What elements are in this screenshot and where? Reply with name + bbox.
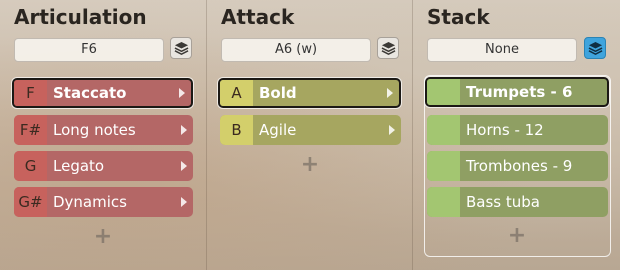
stack-color-swatch [427,151,460,181]
stack-title: Stack [427,5,490,29]
attack-preset-field[interactable]: A6 (w) [221,38,371,62]
stack-row-bass-tuba[interactable]: Bass tuba [427,187,608,217]
stack-label: Trombones - 9 [466,157,573,175]
stack-row-trombones[interactable]: Trombones - 9 [427,151,608,181]
articulation-row-staccato[interactable]: F Staccato [12,78,193,108]
stack-add-button[interactable]: + [507,223,527,248]
articulation-preset-field[interactable]: F6 [14,38,164,62]
attack-row-agile[interactable]: B Agile [220,115,401,145]
chevron-right-icon[interactable] [179,88,185,98]
chevron-right-icon[interactable] [387,88,393,98]
stack-color-swatch [427,187,460,217]
chevron-right-icon[interactable] [181,197,187,207]
attack-stack-button[interactable] [377,37,399,59]
articulation-key: F# [14,115,47,145]
attack-add-button[interactable]: + [300,152,320,177]
articulation-title: Articulation [14,5,147,29]
stack-row-trumpets[interactable]: Trumpets - 6 [425,77,609,107]
articulation-panel: Articulation F6 F Staccato F# Long notes… [0,0,206,270]
stack-label: Bass tuba [466,193,540,211]
articulation-key: F [14,80,47,106]
stack-label: Horns - 12 [466,121,544,139]
layers-icon [381,41,395,55]
articulation-label: Dynamics [53,193,127,211]
articulation-label: Legato [53,157,105,175]
layers-icon [174,41,188,55]
articulation-row-dynamics[interactable]: G# Dynamics [14,187,193,217]
articulation-row-legato[interactable]: G Legato [14,151,193,181]
chevron-right-icon[interactable] [181,161,187,171]
stack-row-horns[interactable]: Horns - 12 [427,115,608,145]
articulation-label: Staccato [53,84,127,102]
stack-color-swatch [427,79,460,105]
stack-color-swatch [427,115,460,145]
articulation-key: G [14,151,47,181]
stack-stack-button[interactable] [584,37,606,59]
articulation-row-long-notes[interactable]: F# Long notes [14,115,193,145]
articulation-add-button[interactable]: + [93,224,113,249]
attack-label: Agile [259,121,297,139]
layers-icon [588,41,602,55]
articulation-label: Long notes [53,121,136,139]
attack-key: A [220,80,253,106]
attack-title: Attack [221,5,295,29]
attack-panel: Attack A6 (w) A Bold B Agile + [207,0,412,270]
stack-preset-field[interactable]: None [427,38,577,62]
attack-key: B [220,115,253,145]
articulation-stack-button[interactable] [170,37,192,59]
attack-label: Bold [259,84,297,102]
articulation-key: G# [14,187,47,217]
stack-label: Trumpets - 6 [466,83,573,101]
chevron-right-icon[interactable] [389,125,395,135]
chevron-right-icon[interactable] [181,125,187,135]
stack-list-box: Trumpets - 6 Horns - 12 Trombones - 9 Ba… [424,75,611,257]
attack-row-bold[interactable]: A Bold [218,78,401,108]
